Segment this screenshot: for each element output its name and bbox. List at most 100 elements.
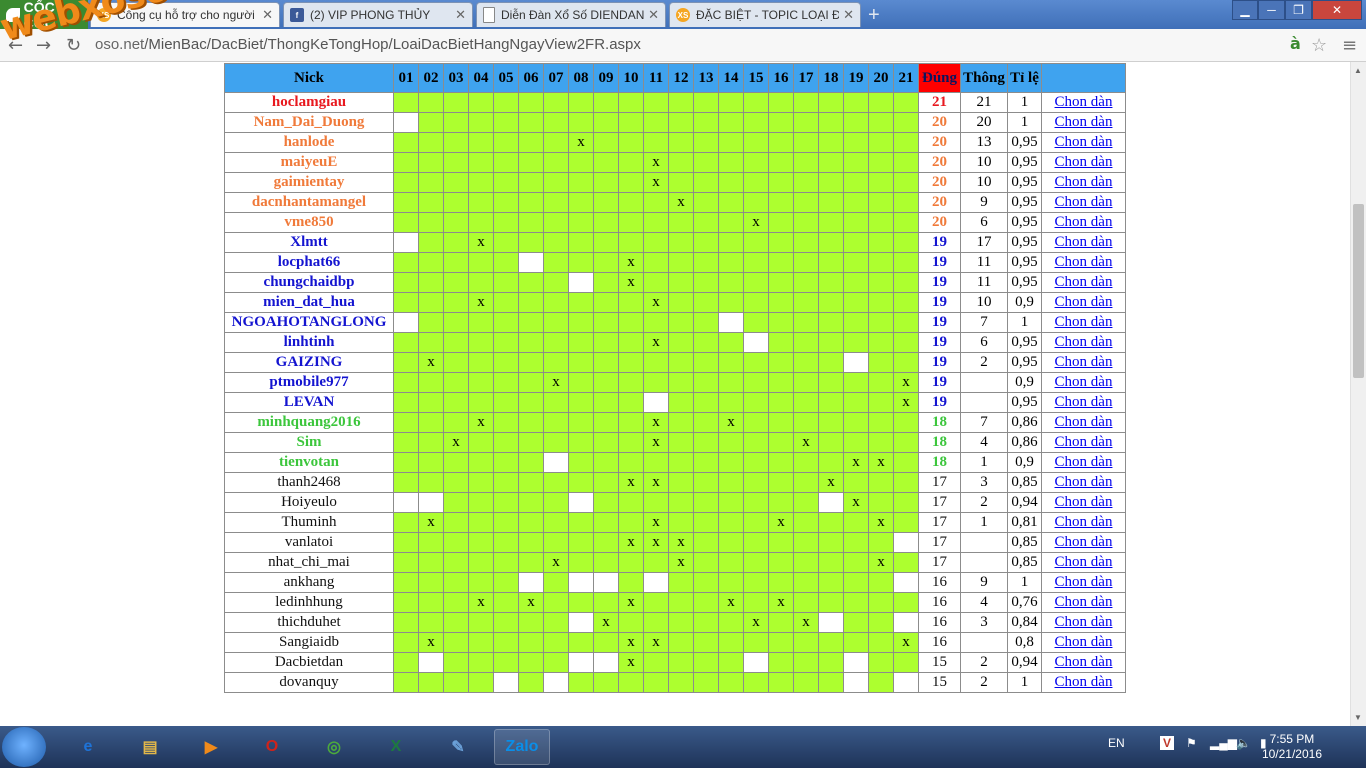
day-cell [768, 312, 794, 333]
table-header-row: Nick 01 02 03 04 05 06 07 08 09 10 11 12 13 14 15 16 17 1… [224, 63, 1126, 93]
nick-cell: ledinhhung [224, 592, 394, 613]
chon-dan-link[interactable]: Chon dàn [1041, 632, 1126, 653]
day-cell [718, 492, 744, 513]
vietkey-icon[interactable]: V [1160, 736, 1175, 750]
vertical-scrollbar[interactable]: ▲ ▼ [1350, 62, 1366, 726]
miss-mark-cell: x [893, 392, 919, 413]
chon-dan-link[interactable]: Chon dàn [1041, 452, 1126, 473]
chon-dan-link[interactable]: Chon dàn [1041, 532, 1126, 553]
chon-dan-link[interactable]: Chon dàn [1041, 192, 1126, 213]
day-cell [768, 152, 794, 173]
day-cell [543, 232, 569, 253]
chon-dan-link[interactable]: Chon dàn [1041, 212, 1126, 233]
network-signal-icon[interactable]: ▂▄▆ [1210, 736, 1237, 750]
tab-vip-phong-thuy[interactable]: f (2) VIP PHONG THỦY ✕ [283, 2, 473, 27]
day-cell [443, 472, 469, 493]
close-tab-icon[interactable]: ✕ [843, 7, 854, 23]
day-cell [868, 612, 894, 633]
excel-icon[interactable]: X [368, 729, 424, 765]
chon-dan-link[interactable]: Chon dàn [1041, 472, 1126, 493]
day-cell [568, 612, 594, 633]
tile-cell: 0,86 [1007, 432, 1042, 453]
browser-menu-icon[interactable]: ≡ [1342, 35, 1357, 56]
bookmark-star-icon[interactable]: ☆ [1311, 35, 1327, 56]
chon-dan-link[interactable]: Chon dàn [1041, 432, 1126, 453]
chon-dan-link[interactable]: Chon dàn [1041, 652, 1126, 673]
zalo-icon[interactable]: Zalo [494, 729, 550, 765]
scroll-up-icon[interactable]: ▲ [1354, 66, 1362, 75]
day-cell [443, 252, 469, 273]
day-cell [618, 152, 644, 173]
table-row: Hoiyeulo x 17 2 0,94 Chon dàn [224, 492, 1126, 513]
day-cell [518, 512, 544, 533]
new-tab-button[interactable]: + [868, 4, 880, 27]
day-cell [493, 352, 519, 373]
chon-dan-link[interactable]: Chon dàn [1041, 672, 1126, 693]
day-cell [518, 652, 544, 673]
reload-icon[interactable]: ↻ [66, 35, 81, 56]
close-tab-icon[interactable]: ✕ [455, 7, 466, 23]
day-cell [493, 252, 519, 273]
maximize-button[interactable]: ❐ [1285, 0, 1312, 20]
dung-cell: 19 [918, 312, 961, 333]
coccoc-dictionary-icon[interactable]: à [1290, 34, 1301, 53]
chon-dan-link[interactable]: Chon dàn [1041, 92, 1126, 113]
tray-flag-icon[interactable]: ⚑ [1186, 736, 1197, 750]
volume-icon[interactable]: 🔈 [1236, 736, 1251, 750]
close-tab-icon[interactable]: ✕ [262, 7, 273, 23]
table-row: nhat_chi_mai x x x 17 0,85 Chon dàn [224, 552, 1126, 573]
opera-icon[interactable]: O [244, 729, 300, 765]
chon-dan-link[interactable]: Chon dàn [1041, 612, 1126, 633]
system-clock[interactable]: 7:55 PM 10/21/2016 [1262, 732, 1322, 762]
day-cell [668, 172, 694, 193]
chon-dan-link[interactable]: Chon dàn [1041, 372, 1126, 393]
chon-dan-link[interactable]: Chon dàn [1041, 552, 1126, 573]
scrollbar-thumb[interactable] [1353, 204, 1364, 378]
chon-dan-link[interactable]: Chon dàn [1041, 132, 1126, 153]
minimize-button[interactable]: ─ [1258, 0, 1285, 20]
explorer-icon[interactable]: ▤ [122, 729, 178, 765]
chon-dan-link[interactable]: Chon dàn [1041, 312, 1126, 333]
chon-dan-link[interactable]: Chon dàn [1041, 592, 1126, 613]
paint-icon[interactable]: ✎ [430, 729, 486, 765]
chon-dan-link[interactable]: Chon dàn [1041, 112, 1126, 133]
coccoc-icon[interactable]: ◎ [306, 729, 362, 765]
day-cell [868, 292, 894, 313]
chon-dan-link[interactable]: Chon dàn [1041, 332, 1126, 353]
chon-dan-link[interactable]: Chon dàn [1041, 252, 1126, 273]
tab-dien-dan[interactable]: Diễn Đàn Xổ Số DIENDAN ✕ [476, 2, 666, 27]
table-row: locphat66 x 19 11 0,95 Chon dàn [224, 252, 1126, 273]
url-field[interactable]: oso.net/MienBac/DacBiet/ThongKeTongHop/L… [95, 34, 1335, 56]
tile-cell: 0,84 [1007, 612, 1042, 633]
chon-dan-link[interactable]: Chon dàn [1041, 272, 1126, 293]
chon-dan-link[interactable]: Chon dàn [1041, 572, 1126, 593]
chon-dan-link[interactable]: Chon dàn [1041, 292, 1126, 313]
media-icon[interactable]: ▶ [183, 729, 239, 765]
chon-dan-link[interactable]: Chon dàn [1041, 492, 1126, 513]
day-cell [468, 572, 494, 593]
language-indicator[interactable]: EN [1108, 736, 1125, 750]
day-cell [468, 192, 494, 213]
close-window-button[interactable]: ✕ [1312, 0, 1362, 20]
chon-dan-link[interactable]: Chon dàn [1041, 152, 1126, 173]
chon-dan-link[interactable]: Chon dàn [1041, 512, 1126, 533]
day-cell [518, 372, 544, 393]
tile-cell: 1 [1007, 92, 1042, 113]
chon-dan-link[interactable]: Chon dàn [1041, 412, 1126, 433]
chon-dan-link[interactable]: Chon dàn [1041, 352, 1126, 373]
ie-icon[interactable]: e [60, 729, 116, 765]
day-cell [468, 352, 494, 373]
day-cell [693, 352, 719, 373]
scroll-down-icon[interactable]: ▼ [1354, 713, 1362, 722]
close-tab-icon[interactable]: ✕ [648, 7, 659, 23]
menu-button[interactable]: ▁ [1232, 0, 1258, 20]
start-button[interactable] [2, 727, 46, 767]
chon-dan-link[interactable]: Chon dàn [1041, 232, 1126, 253]
tab-dac-biet-topic[interactable]: XS ĐẶC BIỆT - TOPIC LOẠI ĐẶ ✕ [669, 2, 861, 27]
chon-dan-link[interactable]: Chon dàn [1041, 172, 1126, 193]
day-cell [893, 292, 919, 313]
day-cell [793, 252, 819, 273]
day-cell [568, 152, 594, 173]
day-cell [843, 612, 869, 633]
chon-dan-link[interactable]: Chon dàn [1041, 392, 1126, 413]
